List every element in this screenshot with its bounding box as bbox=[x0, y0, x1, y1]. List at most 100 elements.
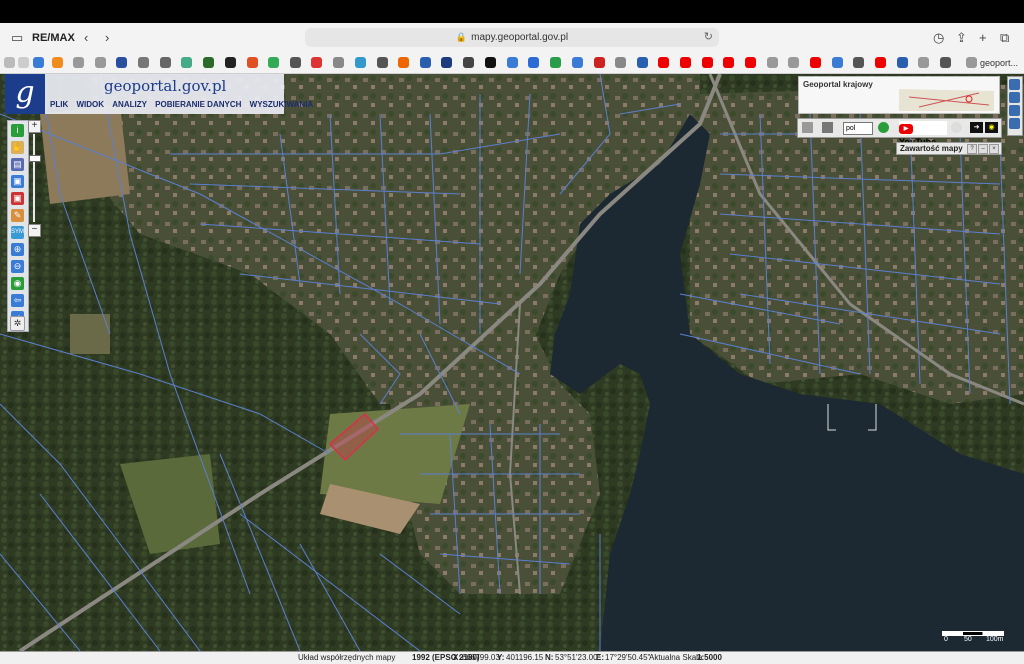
favorite-icon[interactable] bbox=[333, 57, 344, 68]
info-icon[interactable]: i bbox=[11, 124, 24, 137]
side-tab-3[interactable] bbox=[1009, 105, 1020, 116]
favorite-icon[interactable] bbox=[485, 57, 496, 68]
favorite-icon[interactable] bbox=[767, 57, 778, 68]
pan-hand-icon[interactable]: ✋ bbox=[11, 141, 24, 154]
accessibility-icon[interactable] bbox=[951, 122, 962, 133]
tab-overview-icon[interactable]: ⧉ bbox=[1000, 30, 1009, 46]
address-bar[interactable]: 🔒 mapy.geoportal.gov.pl ↻ bbox=[305, 28, 719, 47]
favorite-icon[interactable] bbox=[463, 57, 474, 68]
favorite-icon[interactable] bbox=[897, 57, 908, 68]
help-button[interactable]: ? bbox=[967, 144, 977, 154]
print-icon[interactable] bbox=[802, 122, 813, 133]
menu-item-wyszukiwania[interactable]: WYSZUKIWANIA bbox=[250, 100, 314, 109]
favorite-icon[interactable] bbox=[594, 57, 605, 68]
downloads-icon[interactable]: ◷ bbox=[933, 30, 944, 46]
globe-icon[interactable]: ◉ bbox=[11, 277, 24, 290]
favorite-icon[interactable] bbox=[290, 57, 301, 68]
favorite-icon[interactable] bbox=[788, 57, 799, 68]
favorite-icon[interactable] bbox=[966, 57, 977, 68]
favorite-icon[interactable] bbox=[4, 57, 15, 68]
profile-label[interactable]: RE/MAX bbox=[32, 32, 75, 44]
map-contents-panel[interactable]: Zawartość mapy ? – × bbox=[896, 142, 1002, 155]
overview-map[interactable]: Geoportal krajowy bbox=[798, 76, 1000, 114]
layer-remove-icon[interactable]: ▣ bbox=[11, 192, 24, 205]
new-tab-icon[interactable]: + bbox=[979, 30, 987, 45]
reload-icon[interactable]: ↻ bbox=[704, 28, 713, 47]
favorite-icon[interactable] bbox=[138, 57, 149, 68]
document-icon[interactable]: ▤ bbox=[11, 158, 24, 171]
back-icon[interactable]: ‹ bbox=[84, 30, 88, 45]
favorite-icon[interactable] bbox=[311, 57, 322, 68]
close-button[interactable]: × bbox=[989, 144, 999, 154]
arrow-left-icon[interactable]: ⇦ bbox=[11, 294, 24, 307]
forward-icon[interactable]: › bbox=[105, 30, 109, 45]
favorite-geoportal-label[interactable]: geoport... bbox=[980, 58, 1018, 68]
favorite-icon[interactable] bbox=[832, 57, 843, 68]
compass-icon[interactable]: ✲ bbox=[10, 316, 25, 331]
favorite-icon[interactable] bbox=[875, 57, 886, 68]
side-tab-2[interactable] bbox=[1009, 92, 1020, 103]
favorite-icon[interactable] bbox=[853, 57, 864, 68]
language-select[interactable]: pol bbox=[843, 122, 873, 135]
favorite-icon[interactable] bbox=[225, 57, 236, 68]
favorite-icon[interactable] bbox=[420, 57, 431, 68]
favorite-icon[interactable] bbox=[247, 57, 258, 68]
favorite-icon[interactable] bbox=[33, 57, 44, 68]
favorite-icon[interactable] bbox=[637, 57, 648, 68]
favorite-icon[interactable] bbox=[550, 57, 561, 68]
youtube-button[interactable]: ▶YouTube bbox=[899, 121, 947, 147]
settings-icon[interactable] bbox=[822, 122, 833, 133]
favorite-icon[interactable] bbox=[918, 57, 929, 68]
zoom-out-icon[interactable]: ⊖ bbox=[11, 260, 24, 273]
minimize-button[interactable]: – bbox=[978, 144, 988, 154]
favorite-icon[interactable] bbox=[507, 57, 518, 68]
sidebar-icon[interactable]: ▭ bbox=[11, 30, 23, 46]
zoom-plus-button[interactable]: + bbox=[28, 120, 41, 133]
favorite-icon[interactable] bbox=[160, 57, 171, 68]
menu-item-pobieranie[interactable]: POBIERANIE DANYCH bbox=[155, 100, 241, 109]
favorite-icon[interactable] bbox=[658, 57, 669, 68]
sym-icon[interactable]: SYM bbox=[11, 226, 24, 239]
favorite-icon[interactable] bbox=[268, 57, 279, 68]
menu-item-widok[interactable]: WIDOK bbox=[76, 100, 104, 109]
favorite-icon[interactable] bbox=[398, 57, 409, 68]
eye-icon[interactable]: ◉ bbox=[985, 122, 998, 133]
layer-add-icon[interactable]: ▣ bbox=[11, 175, 24, 188]
favorite-icon[interactable] bbox=[745, 57, 756, 68]
arrow-right-dark-icon[interactable]: ➜ bbox=[970, 122, 983, 133]
favorite-icon[interactable] bbox=[810, 57, 821, 68]
geoportal-logo[interactable]: g bbox=[5, 74, 45, 114]
favorite-icon[interactable] bbox=[528, 57, 539, 68]
zoom-in-icon[interactable]: ⊕ bbox=[11, 243, 24, 256]
favorite-icon[interactable] bbox=[181, 57, 192, 68]
aerial-map[interactable] bbox=[0, 74, 1024, 651]
pencil-icon[interactable]: ✎ bbox=[11, 209, 24, 222]
side-tab-4[interactable] bbox=[1009, 118, 1020, 129]
menu-item-analizy[interactable]: ANALIZY bbox=[112, 100, 147, 109]
side-tab-1[interactable] bbox=[1009, 79, 1020, 90]
favorite-icon[interactable] bbox=[355, 57, 366, 68]
favorite-icon[interactable] bbox=[95, 57, 106, 68]
favorite-icon[interactable] bbox=[18, 57, 29, 68]
favorite-icon[interactable] bbox=[702, 57, 713, 68]
zoom-minus-button[interactable]: − bbox=[28, 224, 41, 237]
zoom-track[interactable] bbox=[33, 134, 35, 222]
favorite-icon[interactable] bbox=[203, 57, 214, 68]
side-panel-tabs bbox=[1007, 76, 1023, 136]
favorite-icon[interactable] bbox=[680, 57, 691, 68]
favorite-icon[interactable] bbox=[615, 57, 626, 68]
favorite-icon[interactable] bbox=[73, 57, 84, 68]
favorite-icon[interactable] bbox=[52, 57, 63, 68]
favorite-icon[interactable] bbox=[723, 57, 734, 68]
favorite-icon[interactable] bbox=[377, 57, 388, 68]
favorite-icon[interactable] bbox=[940, 57, 951, 68]
favorite-icon[interactable] bbox=[116, 57, 127, 68]
zoom-thumb[interactable] bbox=[29, 155, 41, 162]
share-icon[interactable]: ⇪ bbox=[956, 30, 967, 46]
zoom-slider[interactable]: + − bbox=[28, 120, 41, 237]
map-canvas[interactable] bbox=[0, 74, 1024, 651]
menu-item-plik[interactable]: PLIK bbox=[50, 100, 68, 109]
favorite-icon[interactable] bbox=[572, 57, 583, 68]
help-icon[interactable] bbox=[878, 122, 889, 133]
favorite-icon[interactable] bbox=[441, 57, 452, 68]
